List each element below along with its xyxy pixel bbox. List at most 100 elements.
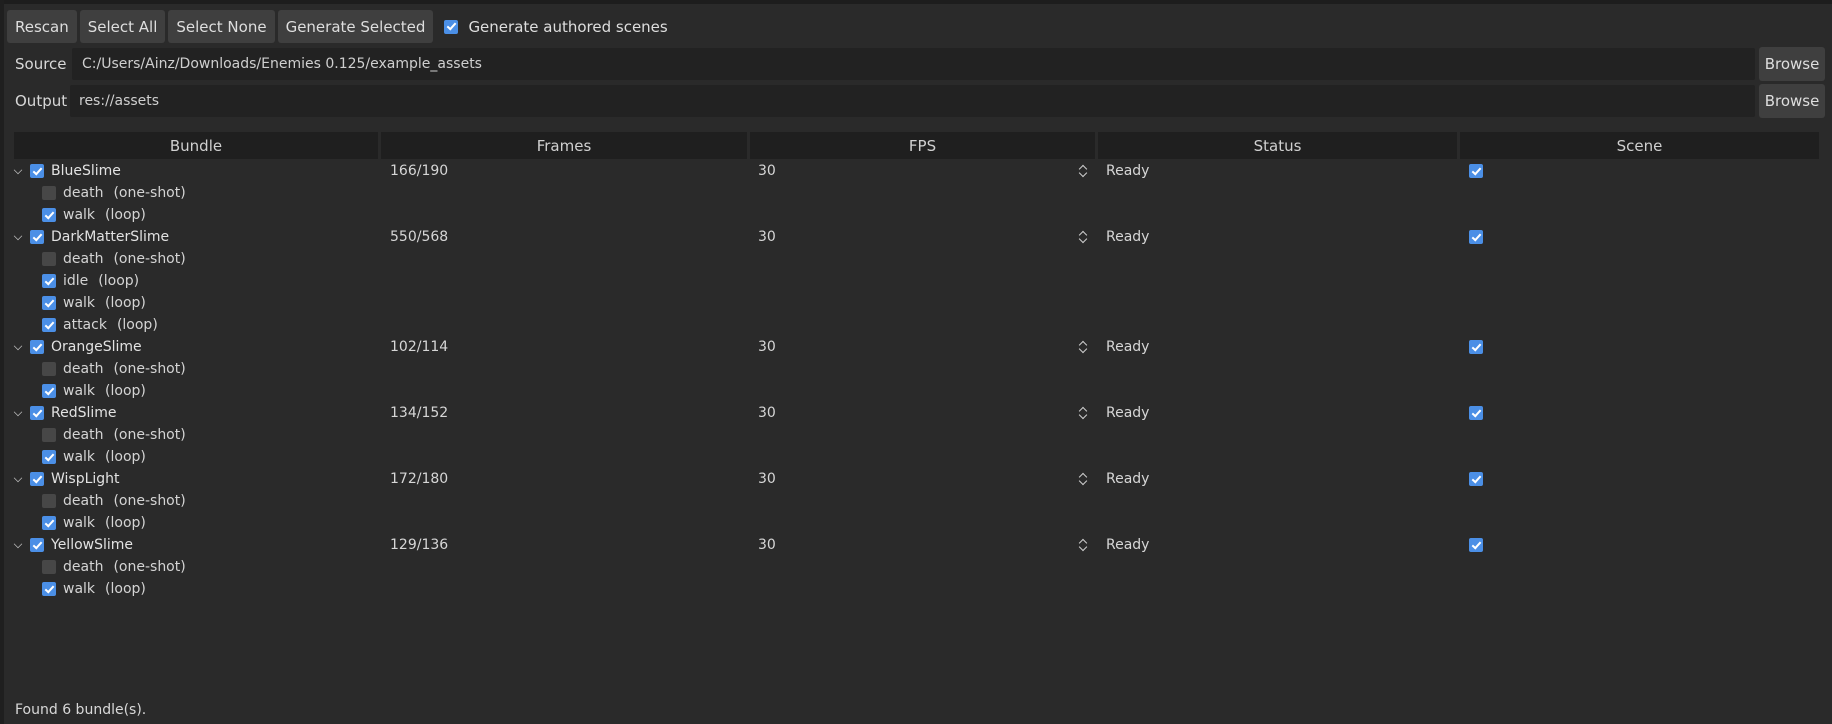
generate-authored-scenes-toggle[interactable]: Generate authored scenes xyxy=(444,18,668,36)
animation-label: death (one-shot) xyxy=(63,248,186,270)
bundle-checkbox[interactable] xyxy=(30,164,44,178)
animation-row[interactable]: walk (loop) xyxy=(0,512,1832,534)
animation-row[interactable]: walk (loop) xyxy=(0,446,1832,468)
expand-chevron-icon[interactable] xyxy=(13,539,23,549)
animation-row[interactable]: walk (loop) xyxy=(0,380,1832,402)
animation-checkbox[interactable] xyxy=(42,428,56,442)
generate-selected-button[interactable]: Generate Selected xyxy=(277,10,434,43)
fps-spinner-icon[interactable] xyxy=(1077,405,1089,421)
animation-row[interactable]: idle (loop) xyxy=(0,270,1832,292)
rescan-button[interactable]: Rescan xyxy=(7,10,77,43)
select-none-button[interactable]: Select None xyxy=(168,10,275,43)
animation-checkbox[interactable] xyxy=(42,450,56,464)
column-header-bundle[interactable]: Bundle xyxy=(14,132,378,159)
animation-checkbox[interactable] xyxy=(42,274,56,288)
fps-value[interactable]: 30 xyxy=(758,336,776,358)
animation-checkbox[interactable] xyxy=(42,296,56,310)
column-header-fps[interactable]: FPS xyxy=(750,132,1095,159)
animation-mode: (loop) xyxy=(105,449,146,465)
animation-label: death (one-shot) xyxy=(63,490,186,512)
bundle-row[interactable]: RedSlime 134/152 30 Ready xyxy=(0,402,1832,424)
animation-row[interactable]: walk (loop) xyxy=(0,204,1832,226)
animation-row[interactable]: death (one-shot) xyxy=(0,358,1832,380)
animation-checkbox[interactable] xyxy=(42,582,56,596)
output-browse-button[interactable]: Browse xyxy=(1759,84,1825,118)
animation-row[interactable]: death (one-shot) xyxy=(0,556,1832,578)
fps-spinner-icon[interactable] xyxy=(1077,163,1089,179)
output-path-input[interactable]: res://assets xyxy=(70,85,1755,117)
fps-value[interactable]: 30 xyxy=(758,402,776,424)
bundle-row[interactable]: YellowSlime 129/136 30 Ready xyxy=(0,534,1832,556)
animation-label: idle (loop) xyxy=(63,270,139,292)
bundle-checkbox[interactable] xyxy=(30,472,44,486)
bundle-row[interactable]: OrangeSlime 102/114 30 Ready xyxy=(0,336,1832,358)
bundle-row[interactable]: BlueSlime 166/190 30 Ready xyxy=(0,160,1832,182)
status-value: Ready xyxy=(1106,471,1150,487)
top-border xyxy=(0,0,1832,4)
animation-row[interactable]: attack (loop) xyxy=(0,314,1832,336)
bundle-checkbox[interactable] xyxy=(30,538,44,552)
fps-spinner-icon[interactable] xyxy=(1077,339,1089,355)
animation-mode: (one-shot) xyxy=(113,185,186,201)
scene-checkbox[interactable] xyxy=(1469,340,1483,354)
bundle-checkbox[interactable] xyxy=(30,340,44,354)
status-value: Ready xyxy=(1106,405,1150,421)
fps-spinner-icon[interactable] xyxy=(1077,471,1089,487)
expand-chevron-icon[interactable] xyxy=(13,407,23,417)
animation-row[interactable]: death (one-shot) xyxy=(0,490,1832,512)
animation-checkbox[interactable] xyxy=(42,362,56,376)
fps-value[interactable]: 30 xyxy=(758,468,776,490)
animation-label: walk (loop) xyxy=(63,446,146,468)
animation-checkbox[interactable] xyxy=(42,186,56,200)
animation-row[interactable]: death (one-shot) xyxy=(0,248,1832,270)
expand-chevron-icon[interactable] xyxy=(13,473,23,483)
output-label: Output xyxy=(15,92,68,110)
bundle-name: OrangeSlime xyxy=(51,339,142,355)
fps-value[interactable]: 30 xyxy=(758,226,776,248)
expand-chevron-icon[interactable] xyxy=(13,341,23,351)
scene-checkbox[interactable] xyxy=(1469,164,1483,178)
animation-name: death xyxy=(63,251,104,267)
animation-checkbox[interactable] xyxy=(42,208,56,222)
scene-checkbox[interactable] xyxy=(1469,538,1483,552)
animation-mode: (one-shot) xyxy=(113,559,186,575)
source-path-input[interactable]: C:/Users/Ainz/Downloads/Enemies 0.125/ex… xyxy=(72,48,1755,80)
scene-checkbox[interactable] xyxy=(1469,472,1483,486)
animation-row[interactable]: walk (loop) xyxy=(0,292,1832,314)
scene-checkbox[interactable] xyxy=(1469,230,1483,244)
column-header-status[interactable]: Status xyxy=(1098,132,1457,159)
column-header-frames[interactable]: Frames xyxy=(381,132,747,159)
bundle-checkbox[interactable] xyxy=(30,406,44,420)
animation-label: walk (loop) xyxy=(63,204,146,226)
fps-spinner-icon[interactable] xyxy=(1077,229,1089,245)
source-browse-button[interactable]: Browse xyxy=(1759,47,1825,81)
select-all-button[interactable]: Select All xyxy=(79,10,166,43)
bundle-tree: BlueSlime 166/190 30 Ready death (one-shot) wa… xyxy=(0,160,1832,600)
animation-row[interactable]: walk (loop) xyxy=(0,578,1832,600)
animation-checkbox[interactable] xyxy=(42,494,56,508)
column-header-scene[interactable]: Scene xyxy=(1460,132,1819,159)
bundle-row[interactable]: WispLight 172/180 30 Ready xyxy=(0,468,1832,490)
fps-value[interactable]: 30 xyxy=(758,534,776,556)
expand-chevron-icon[interactable] xyxy=(13,231,23,241)
generate-authored-checkbox[interactable] xyxy=(444,19,459,34)
animation-checkbox[interactable] xyxy=(42,560,56,574)
expand-chevron-icon[interactable] xyxy=(13,165,23,175)
animation-row[interactable]: death (one-shot) xyxy=(0,182,1832,204)
animation-label: walk (loop) xyxy=(63,380,146,402)
fps-value[interactable]: 30 xyxy=(758,160,776,182)
animation-checkbox[interactable] xyxy=(42,252,56,266)
frames-value: 102/114 xyxy=(390,339,449,355)
scene-checkbox[interactable] xyxy=(1469,406,1483,420)
animation-name: walk xyxy=(63,383,96,399)
fps-spinner-icon[interactable] xyxy=(1077,537,1089,553)
animation-checkbox[interactable] xyxy=(42,318,56,332)
animation-label: walk (loop) xyxy=(63,578,146,600)
animation-label: attack (loop) xyxy=(63,314,158,336)
bundle-row[interactable]: DarkMatterSlime 550/568 30 Ready xyxy=(0,226,1832,248)
animation-label: walk (loop) xyxy=(63,512,146,534)
animation-row[interactable]: death (one-shot) xyxy=(0,424,1832,446)
animation-checkbox[interactable] xyxy=(42,516,56,530)
animation-checkbox[interactable] xyxy=(42,384,56,398)
bundle-checkbox[interactable] xyxy=(30,230,44,244)
